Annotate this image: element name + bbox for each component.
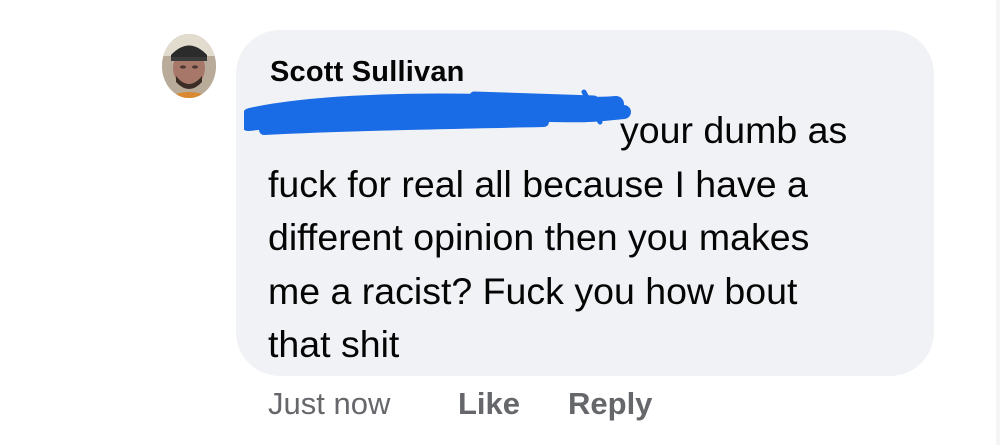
comment-line: that shit (268, 323, 400, 365)
comment-line: me a racist? Fuck you how bout (268, 269, 798, 312)
reply-button[interactable]: Reply (568, 386, 652, 422)
comment-line: fuck for real all because I have a (268, 162, 808, 205)
profile-photo-icon (162, 34, 216, 98)
avatar[interactable] (162, 34, 216, 98)
comment-timestamp[interactable]: Just now (268, 386, 390, 422)
comment-thread: Scott Sullivan your dumb as fuck for rea… (0, 0, 1000, 445)
comment-author-name[interactable]: Scott Sullivan (270, 56, 465, 89)
comment-line: your dumb as (620, 109, 848, 151)
comment-text: your dumb as fuck for real all because I… (268, 104, 918, 372)
like-button[interactable]: Like (458, 386, 520, 422)
edge-divider (996, 0, 1000, 445)
comment-line: different opinion then you makes (268, 216, 810, 258)
